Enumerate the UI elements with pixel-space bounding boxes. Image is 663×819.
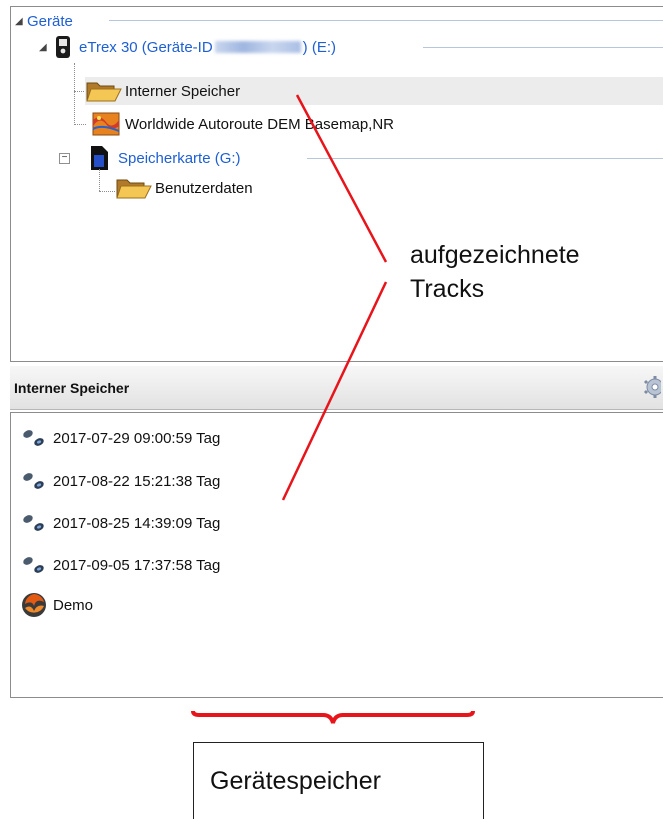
annotation-pointer-line [281,281,388,501]
annotation-overlay [191,94,475,724]
annotation-pointer-line [295,94,388,263]
annotation-line-1: aufgezeichnete [410,241,580,269]
annotation-storage-label: Gerätespeicher [210,766,381,795]
annotation-line-2: Tracks [410,275,485,303]
annotation-curly-brace [191,710,475,724]
annotation-tracks-label: aufgezeichnete Tracks [410,238,580,306]
annotation-storage-box: Gerätespeicher [193,742,484,819]
